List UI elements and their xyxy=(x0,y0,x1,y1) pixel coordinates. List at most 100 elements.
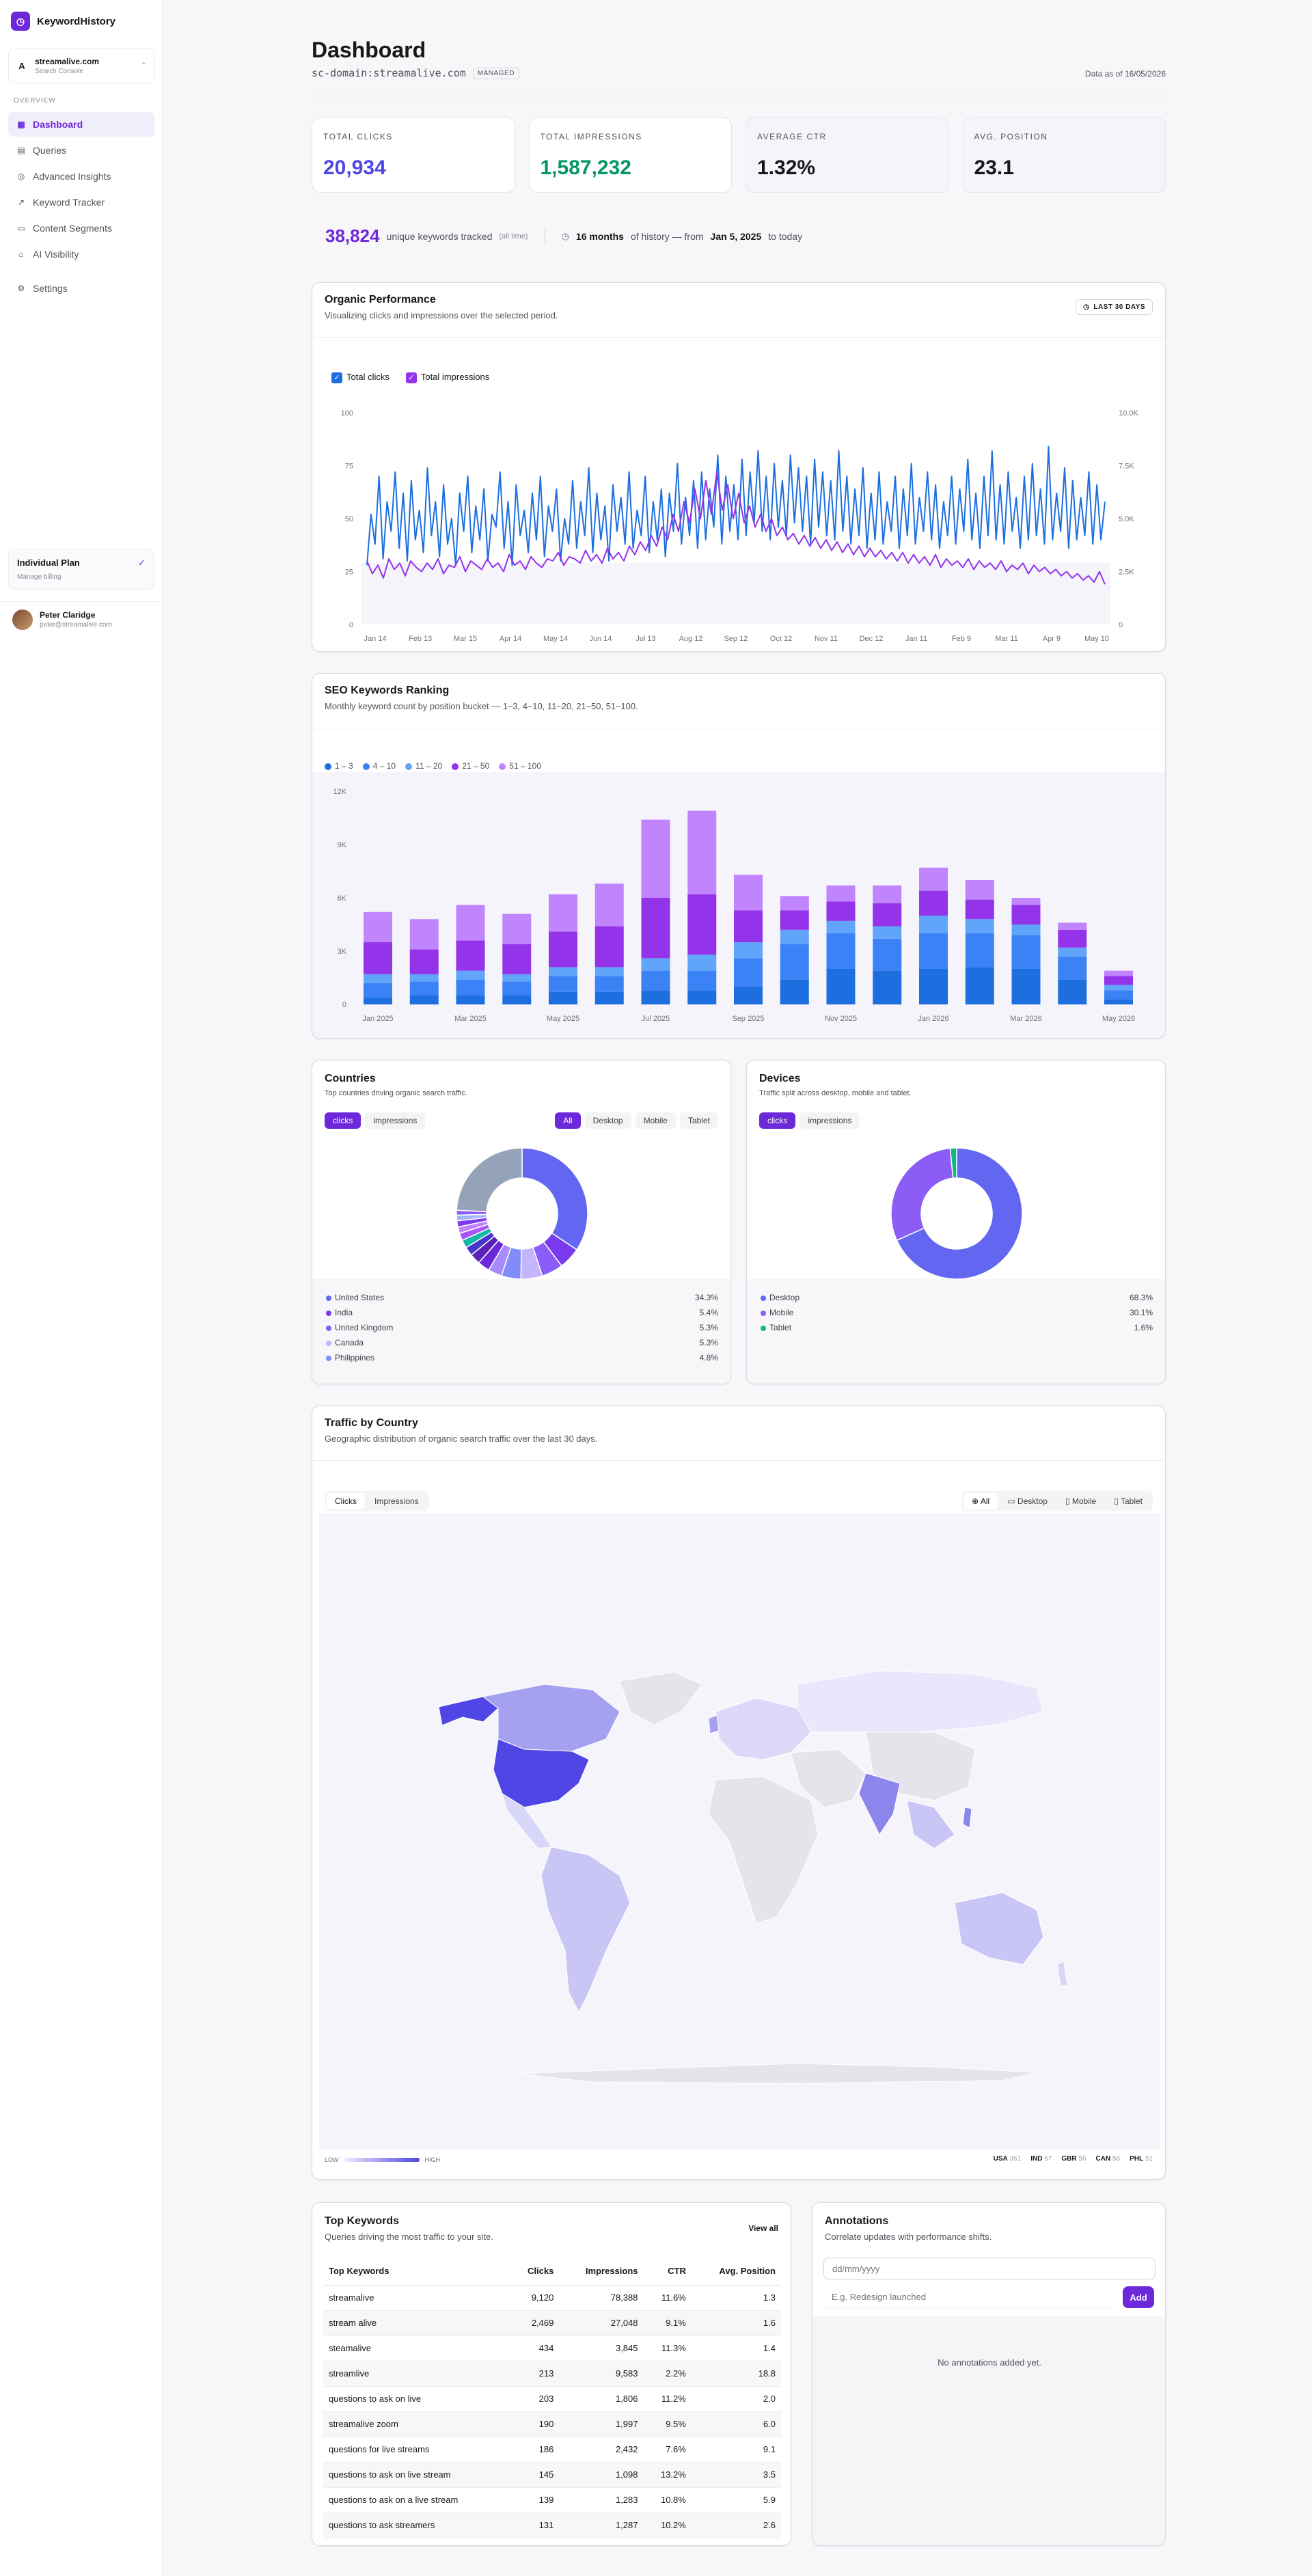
table-row[interactable]: streamalive 9,120 78,388 11.6% 1.3 xyxy=(323,2285,781,2311)
kpi-avg-position: Avg. Position 23.1 xyxy=(962,118,1166,193)
column-header[interactable]: Top Keywords xyxy=(323,2258,510,2286)
card-title: Countries xyxy=(325,1073,376,1084)
table-row[interactable]: questions to ask on live stream 145 1,098 1… xyxy=(323,2462,781,2488)
device-tab-all[interactable]: All xyxy=(555,1112,581,1129)
metric-tab-impressions[interactable]: impressions xyxy=(365,1112,426,1129)
table-row[interactable]: stream alive 2,469 27,048 9.1% 1.6 xyxy=(323,2310,781,2336)
view-all-link[interactable]: View all xyxy=(748,2223,778,2233)
map-top-country: GBR 56 xyxy=(1061,2155,1086,2163)
bar-segment xyxy=(873,885,902,903)
user-profile[interactable]: Peter Claridge peter@streamalive.com xyxy=(0,601,163,637)
legend-value: 4.8% xyxy=(699,1353,718,1362)
metric-cell: 3,845 xyxy=(559,2335,644,2361)
toggle-total-impressions[interactable]: ✓ Total impressions xyxy=(405,372,489,383)
device-tab-tablet[interactable]: Tablet xyxy=(679,1112,718,1129)
bar-segment xyxy=(780,979,809,1004)
legend-item[interactable]: 11 – 20 xyxy=(405,761,442,771)
map-device-desktop[interactable]: ▭ Desktop xyxy=(999,1493,1056,1509)
x-tick-label: Mar 2026 xyxy=(1010,1015,1041,1023)
y-left-tick-label: 50 xyxy=(345,515,353,523)
clock-icon: ◷ xyxy=(561,230,569,241)
bar-segment xyxy=(364,997,392,1004)
kpi-value: 23.1 xyxy=(974,156,1014,179)
bar-segment xyxy=(873,938,902,971)
country-value: 56 xyxy=(1076,2155,1086,2163)
table-row[interactable]: streamalive zoom 190 1,997 9.5% 6.0 xyxy=(323,2411,781,2437)
top-keywords-card: Top Keywords Queries driving the most tr… xyxy=(312,2202,791,2546)
bar-segment xyxy=(965,919,994,933)
device-tab-desktop[interactable]: Desktop xyxy=(584,1112,631,1129)
annotation-date-input[interactable] xyxy=(823,2258,1156,2279)
bar-segment xyxy=(594,926,624,968)
history-mid: of history — from xyxy=(630,230,704,242)
add-annotation-button[interactable]: Add xyxy=(1123,2286,1154,2308)
legend-item[interactable]: 21 – 50 xyxy=(452,761,489,771)
seo-ranking-chart: 0 3K 6K 9K 12K Jan 2025 Mar 2025 May 2025 Jul 20… xyxy=(333,788,1135,1023)
legend-value: 30.1% xyxy=(1129,1308,1153,1317)
bar-segment xyxy=(594,967,624,976)
device-tab-mobile[interactable]: Mobile xyxy=(635,1112,676,1129)
table-row[interactable]: questions to ask on a live stream 139 1,28… xyxy=(323,2487,781,2513)
sidebar-item-advanced-insights[interactable]: ◎ Advanced Insights xyxy=(8,164,154,189)
map-device-mobile[interactable]: ▯ Mobile xyxy=(1057,1493,1104,1509)
card-subtitle: Top countries driving organic search tra… xyxy=(325,1089,467,1097)
country-value: 67 xyxy=(1042,2155,1052,2163)
legend-item[interactable]: 4 – 10 xyxy=(362,761,396,771)
bar-segment xyxy=(594,991,624,1004)
donut-slice xyxy=(890,1148,954,1242)
bar-segment xyxy=(364,912,392,942)
legend-dot xyxy=(326,1310,331,1316)
column-header[interactable]: Clicks xyxy=(510,2258,560,2286)
legend-item[interactable]: 51 – 100 xyxy=(499,761,541,771)
metric-cell: 203 xyxy=(510,2386,560,2412)
table-row[interactable]: questions to ask on live 203 1,806 11.2% 2.0 xyxy=(323,2386,781,2412)
toggle-total-clicks[interactable]: ✓ Total clicks xyxy=(331,372,390,383)
sidebar-item-settings[interactable]: ⚙ Settings xyxy=(8,276,154,301)
date-range-button[interactable]: ◷ LAST 30 DAYS xyxy=(1076,299,1153,315)
sidebar-item-keyword-tracker[interactable]: ↗ Keyword Tracker xyxy=(8,190,154,215)
sidebar-item-content-segments[interactable]: ▭ Content Segments xyxy=(8,216,154,241)
sidebar-item-queries[interactable]: ▤ Queries xyxy=(8,138,154,163)
legend-label: 21 – 50 xyxy=(462,761,490,771)
donut-slice xyxy=(521,1148,588,1250)
map-tab-impressions[interactable]: Impressions xyxy=(366,1493,427,1509)
kpi-label: Total Clicks xyxy=(323,132,393,141)
map-tab-clicks[interactable]: Clicks xyxy=(327,1493,365,1509)
sidebar-item-ai-visibility[interactable]: ⌂ AI Visibility xyxy=(8,242,154,266)
map-region-antarctica xyxy=(517,2063,1037,2084)
seo-legend: 1 – 3 4 – 10 11 – 20 21 – 50 51 – 100 xyxy=(325,761,541,771)
table-row[interactable]: streamlive 213 9,583 2.2% 18.8 xyxy=(323,2361,781,2387)
x-tick-label: Apr 9 xyxy=(1043,635,1061,643)
sidebar-item-dashboard[interactable]: ▦ Dashboard xyxy=(8,112,154,137)
manage-billing-link[interactable]: Manage billing xyxy=(17,573,146,581)
bar-segment xyxy=(641,958,670,971)
map-device-tablet[interactable]: ▯ Tablet xyxy=(1106,1493,1151,1509)
bar-segment xyxy=(641,990,670,1004)
table-row[interactable]: steamalive 434 3,845 11.3% 1.4 xyxy=(323,2335,781,2361)
metric-cell: 2.0 xyxy=(691,2386,781,2412)
app-name: KeywordHistory xyxy=(37,15,116,27)
metric-cell: 9.1% xyxy=(643,2310,692,2336)
legend-item[interactable]: 1 – 3 xyxy=(325,761,353,771)
column-header[interactable]: CTR xyxy=(643,2258,692,2286)
site-switcher[interactable]: A streamalive.com Search Console ⌃ xyxy=(8,48,154,83)
annotation-note-input[interactable] xyxy=(823,2286,1110,2308)
metric-tab-impressions[interactable]: impressions xyxy=(800,1112,860,1129)
legend-text: Tablet xyxy=(769,1323,792,1332)
column-header[interactable]: Impressions xyxy=(559,2258,644,2286)
metric-tab-clicks[interactable]: clicks xyxy=(759,1112,796,1129)
brand[interactable]: ◷ KeywordHistory xyxy=(11,12,115,31)
table-row[interactable]: questions for live streams 186 2,432 7.6% 9.… xyxy=(323,2437,781,2463)
checkbox-checked-icon: ✓ xyxy=(405,372,417,383)
column-header[interactable]: Avg. Position xyxy=(691,2258,781,2286)
map-device-all[interactable]: ⊕ All xyxy=(964,1493,998,1509)
legend-label: United Kingdom xyxy=(326,1323,393,1332)
plan-card[interactable]: Individual Plan Manage billing ✓ xyxy=(8,549,154,590)
table-row[interactable]: questions to ask streamers 131 1,287 10.2% 2… xyxy=(323,2512,781,2538)
card-subtitle: Geographic distribution of organic searc… xyxy=(325,1434,598,1444)
bar-segment xyxy=(826,920,856,933)
keyword-cell: steamalive xyxy=(323,2335,510,2361)
bar-segment xyxy=(734,875,763,911)
metric-tab-clicks[interactable]: clicks xyxy=(325,1112,361,1129)
keyword-cell: streamalive zoom xyxy=(323,2411,510,2437)
